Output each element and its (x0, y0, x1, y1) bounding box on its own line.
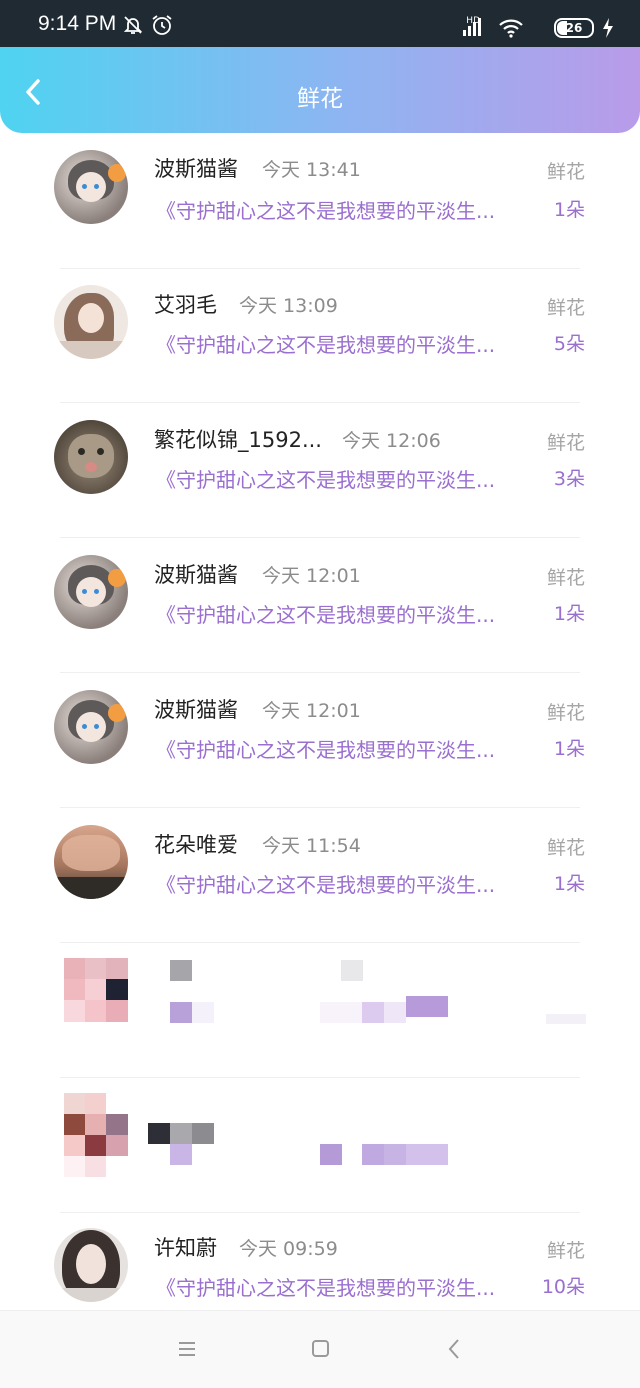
pixelated-avatar (64, 958, 128, 1022)
gift-type: 鲜花 (546, 567, 585, 589)
user-name[interactable]: 繁花似锦_1592... (154, 424, 322, 454)
book-title[interactable]: 《守护甜心之这不是我想要的平淡生... (156, 329, 495, 358)
book-title[interactable]: 《守护甜心之这不是我想要的平淡生... (156, 734, 495, 763)
book-title[interactable]: 《守护甜心之这不是我想要的平淡生... (156, 195, 495, 224)
list-item[interactable]: 繁花似锦_1592... 今天 12:06 鲜花 《守护甜心之这不是我想要的平淡… (0, 404, 640, 538)
list-item[interactable]: 波斯猫酱 今天 13:41 鲜花 《守护甜心之这不是我想要的平淡生... 1朵 (0, 135, 640, 269)
timestamp: 今天 11:54 (262, 835, 361, 857)
charging-icon (603, 18, 613, 38)
list-item[interactable]: 波斯猫酱 今天 12:01 鲜花 《守护甜心之这不是我想要的平淡生... 1朵 (0, 674, 640, 808)
list-item[interactable]: 花朵唯爱 今天 11:54 鲜花 《守护甜心之这不是我想要的平淡生... 1朵 (0, 809, 640, 943)
page-title: 鲜花 (297, 86, 343, 112)
avatar[interactable] (54, 555, 128, 629)
book-title[interactable]: 《守护甜心之这不是我想要的平淡生... (156, 869, 495, 898)
timestamp: 今天 12:06 (342, 430, 441, 452)
avatar[interactable] (54, 420, 128, 494)
pixelated-avatar (64, 1093, 128, 1179)
flower-count: 1朵 (553, 603, 585, 625)
signal-icon (463, 18, 481, 36)
battery-level: 26 (565, 21, 583, 35)
flower-count: 10朵 (541, 1276, 585, 1298)
gift-type: 鲜花 (546, 837, 585, 859)
gift-type: 鲜花 (546, 702, 585, 724)
user-name[interactable]: 波斯猫酱 (154, 694, 238, 724)
divider (60, 1077, 580, 1078)
flower-count: 1朵 (553, 738, 585, 760)
menu-icon[interactable] (172, 1337, 202, 1361)
book-title[interactable]: 《守护甜心之这不是我想要的平淡生... (156, 464, 495, 493)
list-item[interactable]: 波斯猫酱 今天 12:01 鲜花 《守护甜心之这不是我想要的平淡生... 1朵 (0, 539, 640, 673)
avatar[interactable] (54, 825, 128, 899)
list-item-pixelated[interactable] (0, 944, 640, 1078)
wifi-icon (499, 19, 523, 38)
gift-type: 鲜花 (546, 1240, 585, 1262)
divider (60, 672, 580, 673)
avatar[interactable] (54, 690, 128, 764)
user-name[interactable]: 花朵唯爱 (154, 829, 238, 859)
divider (60, 807, 580, 808)
timestamp: 今天 12:01 (262, 565, 361, 587)
home-square-icon[interactable] (305, 1337, 335, 1361)
user-name[interactable]: 艾羽毛 (154, 289, 217, 319)
header-bar: 鲜花 (0, 47, 640, 133)
timestamp: 今天 12:01 (262, 700, 361, 722)
gift-type: 鲜花 (546, 297, 585, 319)
back-arrow-icon[interactable] (440, 1337, 470, 1361)
flower-count: 5朵 (553, 333, 585, 355)
list-item-pixelated[interactable] (0, 1079, 640, 1213)
gift-type: 鲜花 (546, 432, 585, 454)
book-title[interactable]: 《守护甜心之这不是我想要的平淡生... (156, 1272, 495, 1301)
flower-count: 1朵 (553, 873, 585, 895)
book-title[interactable]: 《守护甜心之这不是我想要的平淡生... (156, 599, 495, 628)
list-item[interactable]: 艾羽毛 今天 13:09 鲜花 《守护甜心之这不是我想要的平淡生... 5朵 (0, 269, 640, 403)
gift-type: 鲜花 (546, 161, 585, 183)
divider (60, 1212, 580, 1213)
system-nav-bar (0, 1310, 640, 1388)
divider (60, 402, 580, 403)
bell-off-icon (123, 16, 143, 34)
status-bar: 9:14 PM HD 26 (0, 0, 640, 47)
alarm-icon (152, 15, 172, 35)
avatar[interactable] (54, 150, 128, 224)
avatar[interactable] (54, 1228, 128, 1302)
divider (60, 537, 580, 538)
user-name[interactable]: 波斯猫酱 (154, 153, 238, 183)
user-name[interactable]: 许知蔚 (154, 1232, 217, 1262)
battery-icon: 26 (554, 18, 594, 38)
flower-count: 3朵 (553, 468, 585, 490)
status-time: 9:14 PM (38, 12, 117, 35)
timestamp: 今天 09:59 (239, 1238, 338, 1260)
flower-count: 1朵 (553, 199, 585, 221)
timestamp: 今天 13:09 (239, 295, 338, 317)
divider (60, 942, 580, 943)
timestamp: 今天 13:41 (262, 159, 361, 181)
avatar[interactable] (54, 285, 128, 359)
user-name[interactable]: 波斯猫酱 (154, 559, 238, 589)
